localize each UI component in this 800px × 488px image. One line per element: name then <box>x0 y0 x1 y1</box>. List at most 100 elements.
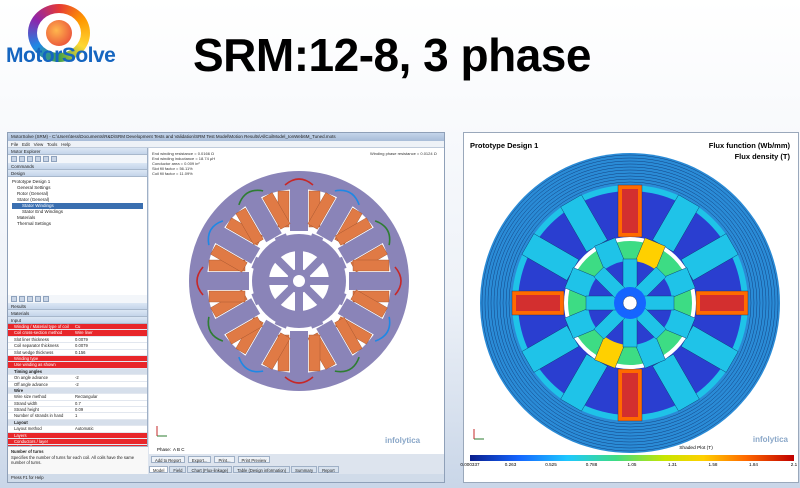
property-value[interactable]: 0.7 <box>72 401 147 406</box>
results-header[interactable]: Results <box>8 303 147 310</box>
print-button[interactable]: Print... <box>214 456 235 463</box>
motorsolve-logo: MotorSolve <box>6 4 116 84</box>
property-value[interactable]: Wire liner <box>72 330 147 335</box>
remove-icon[interactable] <box>27 296 33 302</box>
property-value[interactable]: -2 <box>72 382 147 387</box>
menu-view[interactable]: View <box>34 142 44 147</box>
spoke <box>295 249 303 271</box>
tooth-core <box>622 189 638 233</box>
tree-toolbar <box>8 295 147 303</box>
tab-model[interactable]: Model <box>149 466 169 473</box>
export-button[interactable]: Export... <box>187 456 212 463</box>
colorbar-tick: 0.263 <box>504 462 517 467</box>
property-value[interactable]: 0.0079 <box>72 343 147 348</box>
delete-icon[interactable] <box>43 156 49 162</box>
property-key: Use winding as shown <box>14 362 56 368</box>
copy-icon[interactable] <box>35 156 41 162</box>
colorbar-tick: 1.84 <box>749 462 758 467</box>
property-key: Layers <box>14 432 27 438</box>
plot-title: Prototype Design 1 <box>470 141 539 150</box>
tab-table[interactable]: Table (Design information) <box>233 466 291 473</box>
description-text: Specifies the number of turns for each c… <box>11 455 135 465</box>
window-title: MotorSolve (SRM) - C:\Users\tess\Documen… <box>8 133 444 141</box>
rotor-spoke <box>309 277 331 285</box>
rotor-spoke <box>295 249 303 271</box>
flux-stator-tooth <box>617 368 643 422</box>
add-icon[interactable] <box>11 296 17 302</box>
flux-function-label: Flux function (Wb/mm) <box>708 141 790 150</box>
rotor-spoke <box>295 291 303 313</box>
tab-report[interactable]: Report <box>318 466 339 473</box>
property-key: On angle advance <box>14 375 48 381</box>
add-to-report-button[interactable]: Add to Report <box>151 456 185 463</box>
tab-chart[interactable]: Chart (Flux-linkage) <box>187 466 233 473</box>
tooth-core <box>622 373 638 417</box>
menu-help[interactable]: Help <box>61 142 70 147</box>
plot-axis-triad-icon <box>473 429 484 440</box>
materials-header[interactable]: Materials <box>8 310 147 317</box>
spoke <box>622 258 638 290</box>
down-icon[interactable] <box>43 296 49 302</box>
property-value[interactable] <box>72 433 147 438</box>
property-key: Layout method <box>14 426 42 432</box>
property-value[interactable]: -2 <box>72 375 147 380</box>
property-key: Wire size method <box>14 394 47 400</box>
commands-header[interactable]: Commands <box>8 163 147 170</box>
property-value[interactable]: Cu <box>72 324 147 329</box>
colorbar <box>470 455 794 461</box>
up-icon[interactable] <box>35 296 41 302</box>
phase-label: Phase: <box>157 447 171 452</box>
input-header[interactable]: Input <box>8 317 147 324</box>
flux-spoke <box>643 295 675 311</box>
logo-core-icon <box>46 20 72 46</box>
tab-summary[interactable]: Summary <box>291 466 318 473</box>
open-icon[interactable] <box>19 156 25 162</box>
property-value[interactable]: 0.156 <box>72 350 147 355</box>
property-value[interactable] <box>72 362 147 367</box>
infolytica-watermark-plot: infolytica <box>752 435 788 444</box>
tree-item-thermal[interactable]: Thermal Settings <box>12 221 143 227</box>
spoke <box>585 295 617 311</box>
properties-icon[interactable] <box>51 156 57 162</box>
slide-title: SRM:12-8, 3 phase <box>193 29 591 81</box>
shaft <box>293 275 305 287</box>
menu-file[interactable]: File <box>11 142 18 147</box>
property-value[interactable] <box>72 356 147 361</box>
menu-tools[interactable]: Tools <box>47 142 58 147</box>
colorbar-tick: 0.525 <box>545 462 557 467</box>
shaft-hole <box>622 295 638 311</box>
colorbar-tick: 1.58 <box>708 462 718 467</box>
design-tree: Prototype Design 1 General Settings Roto… <box>8 177 147 295</box>
save-icon[interactable] <box>27 156 33 162</box>
property-key: Wire <box>14 387 24 393</box>
motorsolve-window: MotorSolve (SRM) - C:\Users\tess\Documen… <box>7 132 445 483</box>
spoke <box>295 291 303 313</box>
duplicate-icon[interactable] <box>19 296 25 302</box>
flux-spoke <box>622 316 638 348</box>
spoke <box>622 316 638 348</box>
flux-density-label: Flux density (T) <box>734 152 790 161</box>
view-buttons: Add to Report Export... Print... Print P… <box>149 456 271 463</box>
menu-edit[interactable]: Edit <box>22 142 30 147</box>
property-value[interactable] <box>72 388 147 393</box>
print-preview-button[interactable]: Print Preview <box>237 456 271 463</box>
property-value[interactable] <box>72 369 147 374</box>
property-value[interactable]: 1 <box>72 413 147 418</box>
property-value[interactable]: 0.0079 <box>72 337 147 342</box>
property-key: Slot liner thickness <box>14 336 49 342</box>
model-view[interactable]: End winding resistance = 0.0166 Ω End wi… <box>149 148 444 454</box>
property-value[interactable] <box>72 420 147 425</box>
property-value[interactable] <box>72 439 147 444</box>
property-value[interactable]: Rectangular <box>72 394 147 399</box>
coil-left <box>308 334 321 372</box>
new-icon[interactable] <box>11 156 17 162</box>
property-value[interactable]: Automatic <box>72 426 147 431</box>
tooth-core <box>700 295 744 311</box>
property-key: Number of strands in hand <box>14 413 64 419</box>
property-value[interactable]: 0.09 <box>72 407 147 412</box>
design-header[interactable]: Design <box>8 170 147 177</box>
tab-field[interactable]: Field <box>169 466 187 473</box>
flux-spoke <box>622 258 638 290</box>
view-tabs: Model Field Chart (Flux-linkage) Table (… <box>149 466 339 473</box>
colorbar-tick: 2.1 <box>790 462 798 467</box>
